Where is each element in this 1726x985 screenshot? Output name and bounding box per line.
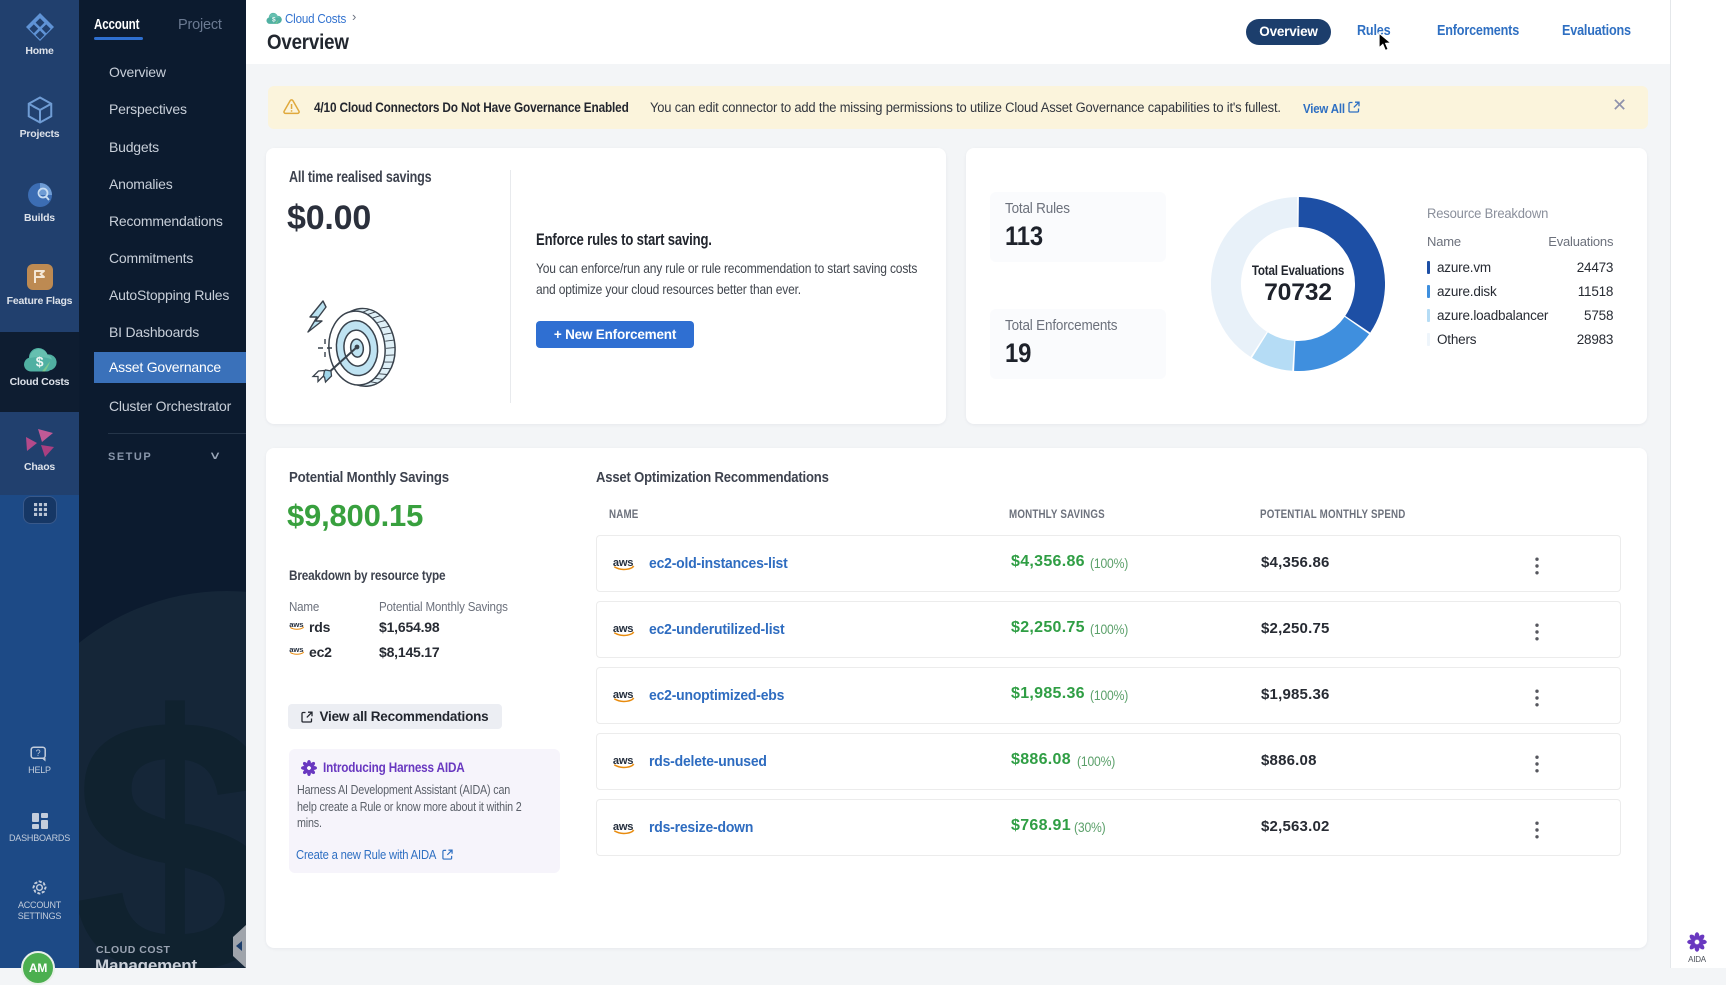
- svg-text:$: $: [35, 354, 43, 370]
- svg-text:$: $: [272, 17, 276, 24]
- svg-text:?: ?: [36, 748, 41, 758]
- svg-text:$: $: [79, 641, 246, 968]
